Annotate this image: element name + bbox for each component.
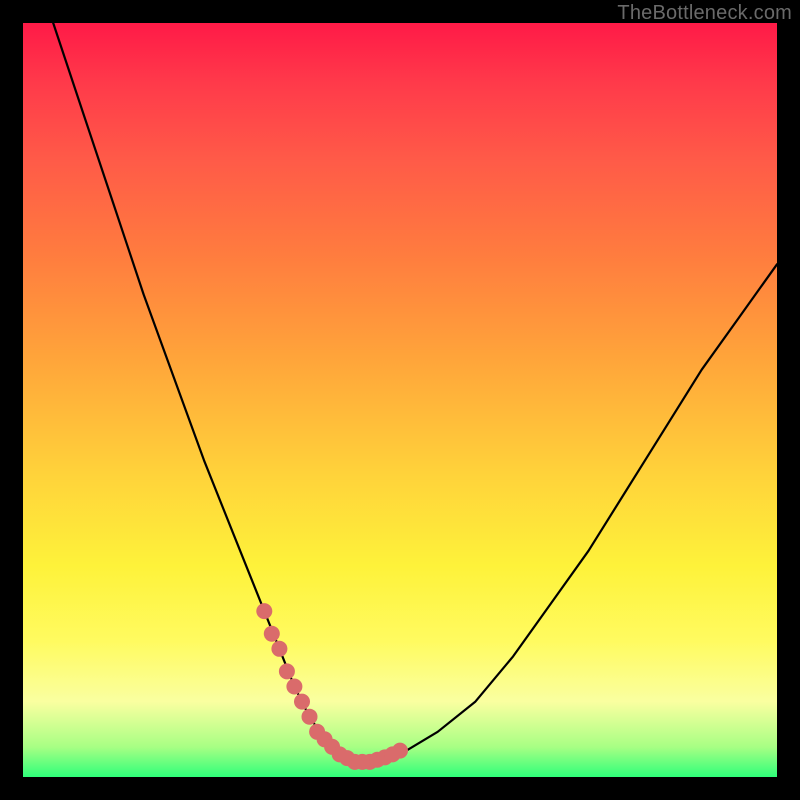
watermark-text: TheBottleneck.com — [617, 2, 792, 25]
bottleneck-curve — [53, 23, 777, 762]
highlight-dot — [264, 626, 280, 642]
min-region-highlight — [256, 603, 408, 770]
highlight-dot — [271, 641, 287, 657]
highlight-dot — [302, 709, 318, 725]
highlight-dot — [294, 694, 310, 710]
highlight-dot — [256, 603, 272, 619]
highlight-dot — [286, 679, 302, 695]
plot-area — [23, 23, 777, 777]
chart-frame: TheBottleneck.com — [0, 0, 800, 800]
curve-svg — [23, 23, 777, 777]
highlight-dot — [392, 743, 408, 759]
highlight-dot — [279, 663, 295, 679]
